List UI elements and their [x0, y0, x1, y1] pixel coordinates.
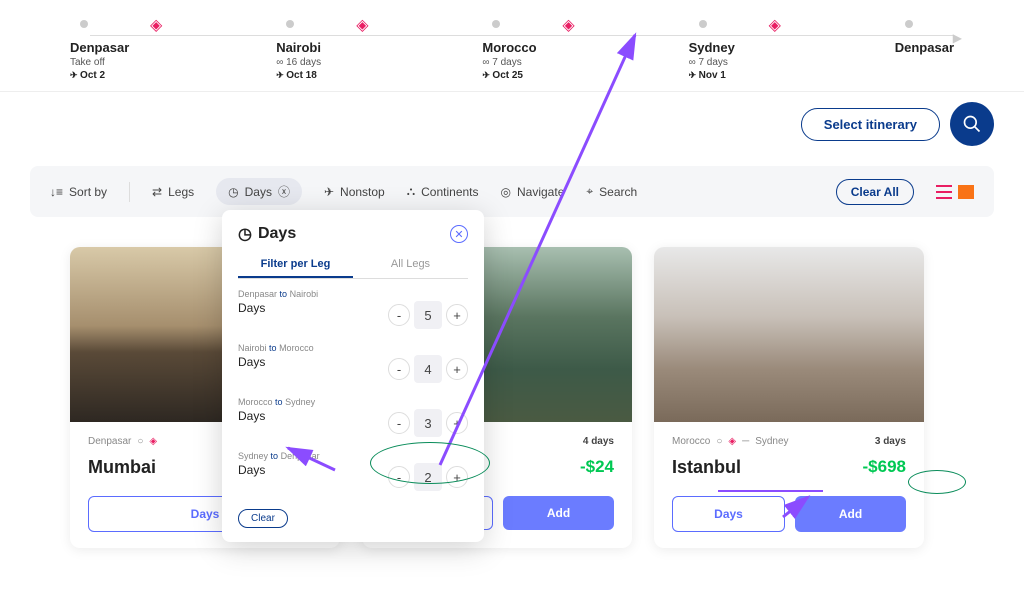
clear-all-button[interactable]: Clear All — [836, 179, 914, 205]
stop-name: Denpasar — [895, 40, 954, 55]
annotation-underline — [718, 490, 823, 492]
sort-by-filter[interactable]: ↓≡Sort by — [50, 185, 107, 199]
timeline-arrow-icon: ▶ — [953, 31, 962, 45]
legs-icon: ⇄ — [152, 185, 162, 199]
leg-filter-row: Morocco to Sydney Days -3+ — [238, 397, 468, 437]
days-value: 3 — [414, 409, 442, 437]
days-value: 4 — [414, 355, 442, 383]
stop-date: Oct 18 — [276, 70, 482, 81]
clock-icon: ◷ — [228, 185, 238, 199]
stop-sub: ∞ 16 days — [276, 57, 482, 68]
search-icon — [962, 114, 982, 134]
plane-icon: ✈ — [324, 185, 334, 199]
popup-close-button[interactable]: ✕ — [450, 225, 468, 243]
popup-clear-button[interactable]: Clear — [238, 509, 288, 528]
select-itinerary-button[interactable]: Select itinerary — [801, 108, 940, 141]
close-icon[interactable]: ⓧ — [278, 183, 290, 200]
stop-name: Denpasar — [70, 40, 276, 55]
search-button[interactable] — [950, 102, 994, 146]
tab-all-legs[interactable]: All Legs — [353, 252, 468, 278]
stop-name: Sydney — [689, 40, 895, 55]
filter-bar: ↓≡Sort by ⇄Legs ◷Daysⓧ ✈Nonstop ⛬Contine… — [30, 166, 994, 217]
tab-per-leg[interactable]: Filter per Leg — [238, 252, 353, 278]
stop-date: Oct 25 — [482, 70, 688, 81]
minus-button[interactable]: - — [388, 358, 410, 380]
card-title: Istanbul — [672, 457, 741, 477]
stop-date: Oct 2 — [70, 70, 276, 81]
minus-button[interactable]: - — [388, 466, 410, 488]
plus-button[interactable]: + — [446, 412, 468, 434]
result-card: Morocco○◈─Sydney3 days Istanbul -$698 Da… — [654, 247, 924, 548]
days-button[interactable]: Days — [672, 496, 785, 532]
nonstop-filter[interactable]: ✈Nonstop — [324, 185, 385, 199]
leg-days: 3 days — [875, 436, 906, 447]
stop-sub: ∞ 7 days — [689, 57, 895, 68]
add-button[interactable]: Add — [795, 496, 906, 532]
leg-filter-row: Nairobi to Morocco Days -4+ — [238, 343, 468, 383]
card-title: Mumbai — [88, 457, 156, 477]
days-value: 5 — [414, 301, 442, 329]
stop-date: Nov 1 — [689, 70, 895, 81]
card-image — [654, 247, 924, 422]
plus-button[interactable]: + — [446, 466, 468, 488]
pin-icon: ⌖ — [586, 184, 593, 199]
days-value: 2 — [414, 463, 442, 491]
stop-sub: ∞ 7 days — [482, 57, 688, 68]
minus-button[interactable]: - — [388, 304, 410, 326]
days-filter-popup: ◷Days ✕ Filter per Leg All Legs Denpasar… — [222, 210, 484, 542]
legs-filter[interactable]: ⇄Legs — [152, 185, 194, 199]
diamond-icon: ◈ — [769, 15, 781, 35]
leg-filter-row: Denpasar to Nairobi Days -5+ — [238, 289, 468, 329]
diamond-icon: ◈ — [562, 15, 574, 35]
globe-icon: ⛬ — [407, 184, 415, 199]
sort-icon: ↓≡ — [50, 185, 63, 199]
diamond-icon: ◈ — [149, 436, 157, 447]
days-filter[interactable]: ◷Daysⓧ — [216, 178, 302, 205]
grid-view-icon[interactable] — [958, 185, 974, 199]
leg-filter-row: Sydney to Denpasar Days -2+ — [238, 451, 468, 491]
add-button[interactable]: Add — [503, 496, 614, 530]
card-price: -$698 — [863, 457, 906, 477]
results-grid: Denpasar○◈ Mumbai Days ◈─Morocco4 days a… — [0, 217, 1024, 548]
itinerary-timeline: ▶ ◈ Denpasar Take off Oct 2 ◈ Nairobi ∞ … — [0, 0, 1024, 92]
diamond-icon: ◈ — [150, 15, 162, 35]
plus-button[interactable]: + — [446, 358, 468, 380]
stop-name: Morocco — [482, 40, 688, 55]
stop-sub: Take off — [70, 57, 276, 68]
compass-icon: ◎ — [501, 185, 511, 199]
list-view-icon[interactable] — [936, 185, 952, 199]
navigate-filter[interactable]: ◎Navigate — [501, 185, 565, 199]
plus-button[interactable]: + — [446, 304, 468, 326]
search-filter[interactable]: ⌖Search — [586, 184, 637, 199]
card-price: -$24 — [580, 457, 614, 477]
minus-button[interactable]: - — [388, 412, 410, 434]
diamond-icon: ◈ — [356, 15, 368, 35]
continents-filter[interactable]: ⛬Continents — [407, 184, 479, 199]
stop-name: Nairobi — [276, 40, 482, 55]
clock-icon: ◷ — [238, 224, 252, 244]
